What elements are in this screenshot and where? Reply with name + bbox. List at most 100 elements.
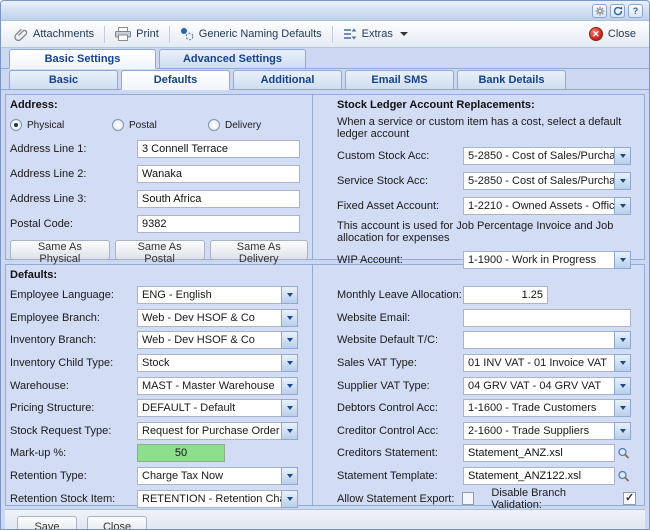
address-line1-label: Address Line 1: (10, 143, 137, 155)
website-default-tc-select[interactable] (463, 331, 631, 349)
fixed-asset-account-select[interactable]: 1-2210 - Owned Assets - Office Eq (463, 197, 631, 215)
selected-value: 04 GRV VAT - 04 GRV VAT (463, 377, 614, 395)
allow-statement-export-checkbox[interactable] (462, 492, 475, 505)
stock-ledger-panel: Stock Ledger Account Replacements: When … (313, 95, 644, 259)
employee-language-select[interactable]: ENG - English (137, 286, 298, 304)
employee-branch-select[interactable]: Web - Dev HSOF & Co (137, 309, 298, 327)
lookup-button[interactable] (617, 447, 630, 460)
radio-button-icon[interactable] (208, 119, 220, 131)
chevron-down-icon[interactable] (281, 490, 298, 508)
selected-value: 01 INV VAT - 01 Invoice VAT (463, 354, 614, 372)
radio-label: Physical (27, 120, 64, 131)
custom-stock-acc-select[interactable]: 5-2850 - Cost of Sales/Purchases (463, 147, 631, 165)
tab-basic[interactable]: Basic (9, 70, 118, 89)
same-as-postal-button[interactable]: Same As Postal (115, 240, 205, 260)
disable-branch-validation-label: Disable Branch Validation: (491, 487, 618, 511)
sales-vat-type-select[interactable]: 01 INV VAT - 01 Invoice VAT (463, 354, 631, 372)
selected-value: 1-2210 - Owned Assets - Office Eq (463, 197, 614, 215)
chevron-down-icon[interactable] (281, 399, 298, 417)
magnifier-icon (617, 447, 630, 460)
fixed-asset-account-label: Fixed Asset Account: (337, 200, 463, 212)
creditor-control-acc-label: Creditor Control Acc: (337, 425, 463, 437)
retention-stock-item-select[interactable]: RETENTION - Retention Charge (137, 490, 298, 508)
tab-label: Basic Settings (45, 53, 121, 65)
extras-menu-button[interactable]: Extras (337, 25, 414, 43)
radio-label: Postal (129, 120, 157, 131)
chevron-down-icon[interactable] (281, 354, 298, 372)
close-footer-button[interactable]: Close (87, 516, 147, 530)
selected-value: Web - Dev HSOF & Co (137, 309, 281, 327)
tab-advanced-settings[interactable]: Advanced Settings (159, 49, 306, 68)
chevron-down-icon[interactable] (281, 422, 298, 440)
warehouse-select[interactable]: MAST - Master Warehouse (137, 377, 298, 395)
lookup-button[interactable] (617, 470, 630, 483)
radio-postal[interactable]: Postal (112, 119, 208, 131)
creditors-statement-input[interactable] (463, 444, 615, 462)
save-button[interactable]: Save (17, 516, 77, 530)
refresh-icon[interactable] (610, 4, 625, 18)
address-line1-input[interactable] (137, 140, 300, 158)
close-label: Close (608, 28, 636, 40)
chevron-down-icon[interactable] (281, 377, 298, 395)
chevron-down-icon[interactable] (614, 197, 631, 215)
help-icon[interactable]: ? (628, 4, 643, 18)
tab-bank-details[interactable]: Bank Details (457, 70, 566, 89)
service-stock-acc-select[interactable]: 5-2850 - Cost of Sales/Purchases (463, 172, 631, 190)
postal-code-input[interactable] (137, 215, 300, 233)
monthly-leave-input[interactable] (463, 286, 548, 304)
field-row: Debtors Control Acc: 1-1600 - Trade Cust… (337, 397, 636, 420)
chevron-down-icon[interactable] (614, 172, 631, 190)
retention-type-select[interactable]: Charge Tax Now (137, 467, 298, 485)
address-line3-input[interactable] (137, 190, 300, 208)
inventory-branch-select[interactable]: Web - Dev HSOF & Co (137, 331, 298, 349)
same-as-delivery-button[interactable]: Same As Delivery (210, 240, 309, 260)
radio-delivery[interactable]: Delivery (208, 119, 261, 131)
creditor-control-acc-select[interactable]: 2-1600 - Trade Suppliers (463, 422, 631, 440)
radio-button-icon[interactable] (112, 119, 124, 131)
radio-button-icon[interactable] (10, 119, 22, 131)
chevron-down-icon[interactable] (614, 377, 631, 395)
chevron-down-icon[interactable] (281, 331, 298, 349)
generic-naming-defaults-button[interactable]: Generic Naming Defaults (174, 24, 328, 44)
disable-branch-validation-checkbox[interactable] (623, 492, 636, 505)
print-label: Print (136, 28, 159, 40)
same-as-physical-button[interactable]: Same As Physical (10, 240, 110, 260)
extras-label: Extras (362, 28, 393, 40)
markup-label: Mark-up %: (10, 447, 137, 459)
close-button[interactable]: ✕ Close (583, 24, 642, 44)
chevron-down-icon[interactable] (614, 331, 631, 349)
supplier-vat-type-select[interactable]: 04 GRV VAT - 04 GRV VAT (463, 377, 631, 395)
statement-template-input[interactable] (463, 467, 615, 485)
field-row: Custom Stock Acc: 5-2850 - Cost of Sales… (337, 143, 636, 168)
pricing-structure-select[interactable]: DEFAULT - Default (137, 399, 298, 417)
address-line2-input[interactable] (137, 165, 300, 183)
chevron-down-icon[interactable] (281, 309, 298, 327)
chevron-down-icon[interactable] (614, 399, 631, 417)
inventory-child-type-select[interactable]: Stock (137, 354, 298, 372)
chevron-down-icon[interactable] (281, 286, 298, 304)
radio-physical[interactable]: Physical (10, 119, 112, 131)
tab-email-sms[interactable]: Email SMS (345, 70, 454, 89)
field-row: Employee Branch: Web - Dev HSOF & Co (10, 307, 308, 330)
field-row: Retention Type: Charge Tax Now (10, 465, 308, 488)
chevron-down-icon[interactable] (281, 467, 298, 485)
chevron-down-icon[interactable] (614, 147, 631, 165)
address-stockledger-section: Address: Physical Postal Delivery (5, 94, 645, 260)
print-button[interactable]: Print (109, 24, 165, 44)
attachments-button[interactable]: Attachments (8, 24, 100, 44)
markup-input[interactable] (137, 444, 225, 462)
radio-label: Delivery (225, 120, 261, 131)
chevron-down-icon[interactable] (614, 422, 631, 440)
tab-defaults[interactable]: Defaults (121, 70, 230, 90)
settings-icon[interactable] (592, 4, 607, 18)
supplier-vat-type-label: Supplier VAT Type: (337, 380, 463, 392)
tab-basic-settings[interactable]: Basic Settings (9, 49, 156, 69)
tab-label: Email SMS (371, 74, 427, 86)
debtors-control-acc-select[interactable]: 1-1600 - Trade Customers (463, 399, 631, 417)
website-email-input[interactable] (463, 309, 631, 327)
tab-additional[interactable]: Additional (233, 70, 342, 89)
website-email-label: Website Email: (337, 312, 463, 324)
selected-value: Web - Dev HSOF & Co (137, 331, 281, 349)
chevron-down-icon[interactable] (614, 354, 631, 372)
stock-request-type-select[interactable]: Request for Purchase Order (137, 422, 298, 440)
